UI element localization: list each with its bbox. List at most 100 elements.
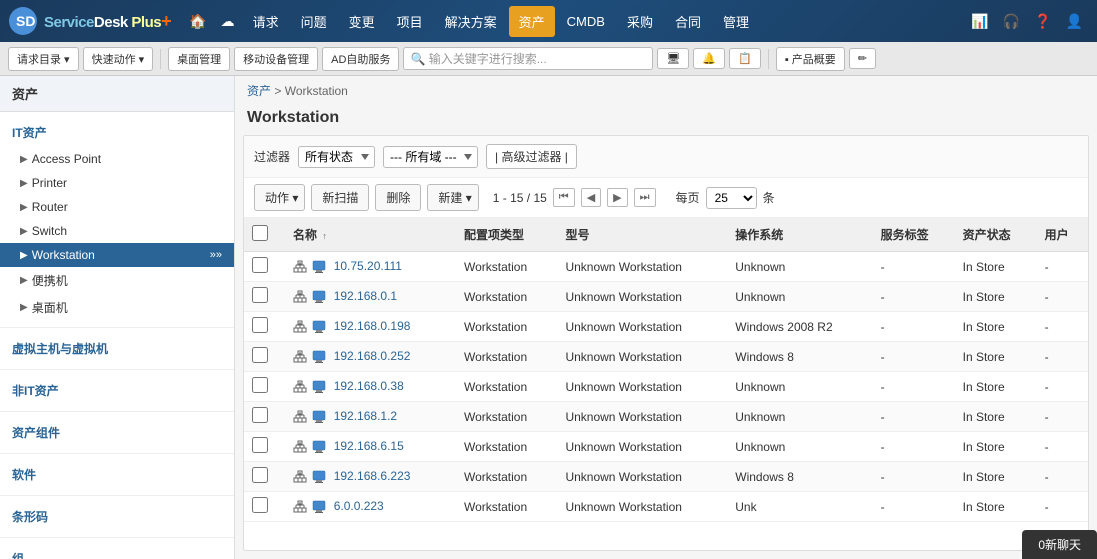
sidebar-item-access-point[interactable]: ▶ Access Point [0, 147, 234, 171]
row-icons-1: 192.168.0.1 [285, 282, 456, 312]
scan-btn[interactable]: 新扫描 [311, 184, 369, 211]
row-service-tag-7: - [873, 462, 955, 492]
row-type-7: Workstation [456, 462, 557, 492]
sidebar-arrow-router: ▶ [20, 202, 28, 213]
breadcrumb: 资产 > Workstation [235, 76, 1097, 105]
sidebar-item-barcode[interactable]: 条形码 [0, 502, 234, 531]
row-name-link-7[interactable]: 192.168.6.223 [334, 469, 411, 483]
app-logo[interactable]: SD ServiceDesk Plus+ [8, 6, 171, 36]
row-select-checkbox-6[interactable] [252, 437, 268, 453]
nav-cmdb[interactable]: CMDB [557, 8, 615, 35]
nav-procurement[interactable]: 采购 [617, 6, 663, 37]
nav-solutions[interactable]: 解决方案 [435, 6, 507, 37]
row-status-0: In Store [955, 252, 1037, 282]
row-service-tag-8: - [873, 492, 955, 522]
sidebar-item-router[interactable]: ▶ Router [0, 195, 234, 219]
chart-icon[interactable]: 📊 [965, 9, 994, 34]
quick-actions-btn[interactable]: 快速动作 ▾ [83, 47, 154, 71]
sidebar-item-non-it[interactable]: 非IT资产 [0, 376, 234, 405]
row-select-checkbox-7[interactable] [252, 467, 268, 483]
row-name-link-4[interactable]: 192.168.0.38 [334, 379, 404, 393]
col-name[interactable]: 名称 ↑ [285, 218, 456, 252]
status-filter[interactable]: 所有状态 [298, 146, 375, 168]
sidebar-section-barcode: 条形码 [0, 496, 234, 538]
mobile-management-btn[interactable]: 移动设备管理 [234, 47, 318, 71]
sidebar-item-desktop[interactable]: ▶ 桌面机 [0, 294, 234, 321]
table-row: 192.168.6.15 Workstation Unknown Worksta… [244, 432, 1088, 462]
row-icons-4: 192.168.0.38 [285, 372, 456, 402]
row-name-link-5[interactable]: 192.168.1.2 [334, 409, 397, 423]
edit-icon-btn[interactable]: ✏ [849, 48, 876, 69]
first-page-btn[interactable]: ⏮ [553, 188, 575, 207]
sidebar-arrow-workstation: ▶ [20, 250, 28, 261]
network-icon-0 [293, 260, 307, 274]
sidebar-item-software[interactable]: 软件 [0, 460, 234, 489]
help-icon[interactable]: ❓ [1028, 9, 1057, 34]
prev-page-btn[interactable]: ◀ [581, 188, 601, 207]
chat-bubble[interactable]: 0新聊天 [1022, 530, 1097, 559]
row-name-link-3[interactable]: 192.168.0.252 [334, 349, 411, 363]
nav-contracts[interactable]: 合同 [665, 6, 711, 37]
row-select-checkbox-8[interactable] [252, 497, 268, 513]
cloud-icon[interactable]: ☁ [215, 9, 241, 34]
clipboard-icon-btn[interactable]: 📋 [729, 48, 761, 69]
row-select-checkbox-0[interactable] [252, 257, 268, 273]
per-page-select[interactable]: 25 50 100 [706, 187, 757, 209]
sidebar-item-switch[interactable]: ▶ Switch [0, 219, 234, 243]
row-select-checkbox-1[interactable] [252, 287, 268, 303]
nav-admin[interactable]: 管理 [713, 6, 759, 37]
advanced-filter-btn[interactable]: | 高级过滤器 | [486, 144, 577, 169]
row-user-5: - [1037, 402, 1088, 432]
request-catalog-btn[interactable]: 请求目录 ▾ [8, 47, 79, 71]
row-select-checkbox-5[interactable] [252, 407, 268, 423]
row-model-2: Unknown Workstation [557, 312, 727, 342]
row-name-link-1[interactable]: 192.168.0.1 [334, 289, 397, 303]
row-name-link-2[interactable]: 192.168.0.198 [334, 319, 411, 333]
sidebar-item-printer[interactable]: ▶ Printer [0, 171, 234, 195]
headset-icon[interactable]: 🎧 [997, 9, 1026, 34]
select-all-checkbox[interactable] [252, 225, 268, 241]
row-model-1: Unknown Workstation [557, 282, 727, 312]
user-icon[interactable]: 👤 [1060, 9, 1089, 34]
nav-changes[interactable]: 变更 [339, 6, 385, 37]
next-page-btn[interactable]: ▶ [607, 188, 627, 207]
sidebar-item-group[interactable]: 组 [0, 544, 234, 559]
sidebar-item-components[interactable]: 资产组件 [0, 418, 234, 447]
row-icons-8: 6.0.0.223 [285, 492, 456, 522]
row-service-tag-2: - [873, 312, 955, 342]
nav-projects[interactable]: 项目 [387, 6, 433, 37]
row-select-checkbox-2[interactable] [252, 317, 268, 333]
domain-filter[interactable]: --- 所有域 --- [383, 146, 478, 168]
row-name-link-8[interactable]: 6.0.0.223 [334, 499, 384, 513]
ad-self-service-btn[interactable]: AD自助服务 [322, 47, 399, 71]
row-user-8: - [1037, 492, 1088, 522]
workstation-icon-2 [312, 320, 326, 334]
action-btn[interactable]: 动作 ▾ [254, 184, 305, 211]
row-select-checkbox-4[interactable] [252, 377, 268, 393]
last-page-btn[interactable]: ⏭ [634, 188, 656, 207]
action-bar: 动作 ▾ 新扫描 删除 新建 ▾ 1 - 15 / 15 ⏮ ◀ ▶ ⏭ 每页 … [244, 178, 1088, 218]
home-icon[interactable]: 🏠 [183, 9, 212, 34]
notification-icon-btn[interactable]: 🔔 [693, 48, 725, 69]
desktop-management-btn[interactable]: 桌面管理 [168, 47, 230, 71]
sidebar-item-vm[interactable]: 虚拟主机与虚拟机 [0, 334, 234, 363]
row-select-checkbox-3[interactable] [252, 347, 268, 363]
asset-table: 名称 ↑ 配置项类型 型号 操作系统 服务标签 资产状态 用户 [244, 218, 1088, 522]
breadcrumb-parent[interactable]: 资产 [247, 84, 271, 98]
sidebar-item-laptop[interactable]: ▶ 便携机 [0, 267, 234, 294]
sidebar-item-workstation[interactable]: ▶ Workstation »» [0, 243, 234, 267]
row-name-link-0[interactable]: 10.75.20.111 [334, 259, 402, 273]
nav-requests[interactable]: 请求 [243, 6, 289, 37]
row-name-link-6[interactable]: 192.168.6.15 [334, 439, 404, 453]
new-btn[interactable]: 新建 ▾ [427, 184, 478, 211]
nav-assets[interactable]: 资产 [509, 6, 555, 37]
row-status-5: In Store [955, 402, 1037, 432]
col-checkbox [244, 218, 285, 252]
product-overview-btn[interactable]: ▪ 产品概要 [776, 47, 845, 71]
sidebar-label-vm: 虚拟主机与虚拟机 [12, 340, 108, 357]
sidebar-section-it-assets-title[interactable]: IT资产 [0, 118, 234, 147]
delete-btn[interactable]: 删除 [375, 184, 421, 211]
screen-icon-btn[interactable]: 🖥 [657, 48, 689, 69]
search-input[interactable]: 🔍 输入关键字进行搜索... [403, 47, 653, 70]
nav-issues[interactable]: 问题 [291, 6, 337, 37]
